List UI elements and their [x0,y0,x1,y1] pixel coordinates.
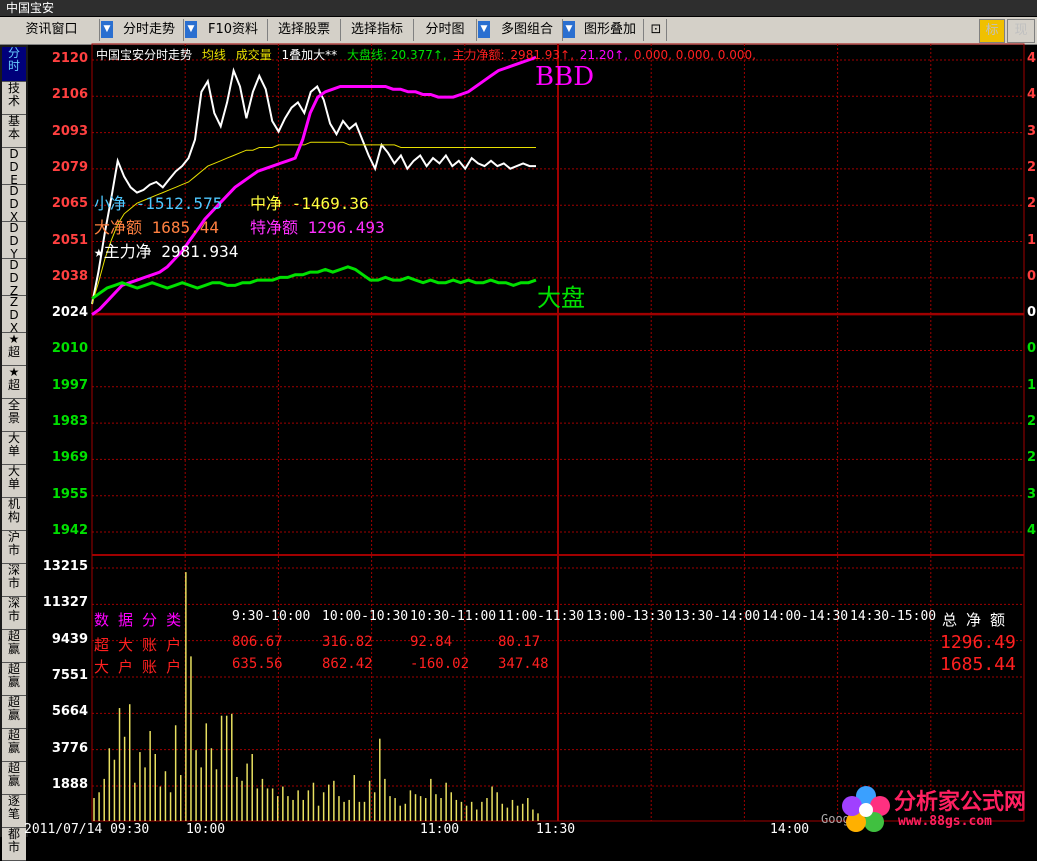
logo-url: www.88gs.com [898,814,992,829]
price-tick: 1997 [51,377,88,393]
price-tick: 1942 [51,523,88,538]
volume-tick: 9439 [51,631,88,647]
table-total-label: 总 净 额 [942,611,1006,629]
price-tick: 2065 [51,196,88,212]
flower-logo-icon [842,786,890,832]
table-cell: 80.17 [498,634,541,650]
right-axis-tick: 3 [1027,123,1037,139]
right-axis-tick: 4 [1027,51,1037,66]
table-cell: 347.48 [498,656,549,672]
legend-v2: 21.20↑, [579,48,628,62]
table-period-header: 14:00-14:30 [762,609,849,624]
table-header-label: 数 据 分 类 [94,611,182,629]
table-row-label: 超 大 账 户 [94,636,182,654]
big-net-label: 大净额 1685.44 [94,218,220,237]
price-tick: 2079 [51,159,88,175]
price-tick: 1983 [51,414,88,430]
table-period-header: 11:00-11:30 [498,609,585,624]
table-cell: 316.82 [322,634,373,650]
legend-overlay: 1叠加大** [281,48,338,62]
right-axis-tick: 2 [1027,159,1037,175]
mid-net-label: 中净 -1469.36 [250,194,369,213]
legend-zeros: 0.000, 0.000, 0.000, [633,48,756,62]
right-axis-tick: 2 [1027,414,1037,430]
price-tick: 2051 [51,232,88,248]
table-period-header: 14:30-15:00 [850,609,937,624]
table-cell: 862.42 [322,656,373,672]
small-net-label: 小净 -1512.575 [94,194,223,213]
price-tick: 1969 [51,450,88,466]
volume-tick: 1888 [51,777,88,792]
price-tick: 1955 [51,486,88,502]
legend-main-net-value: 2981.93↑, [510,48,574,62]
legend-title: 中国宝安分时走势 [96,48,193,62]
table-row-total: 1296.49 [940,632,1016,653]
table-row-total: 1685.44 [940,654,1016,675]
table-cell: 635.56 [232,656,283,672]
special-net-label: 特净额 1296.493 [250,218,385,237]
x-axis-label: 2011/07/14 09:30 [24,822,150,837]
x-axis-label: 10:00 [186,822,226,837]
price-tick: 2093 [51,123,88,139]
table-cell: 92.84 [410,634,453,650]
price-tick: 2106 [51,87,88,103]
legend-main-net-label: 主力净额: [452,48,505,62]
logo-text: 分析家公式网 [894,790,1027,815]
price-tick: 2024 [51,305,88,321]
x-axis-label: 14:00 [770,822,810,837]
volume-tick: 13215 [42,559,88,574]
price-tick: 2010 [51,341,88,357]
table-period-header: 10:30-11:00 [410,609,497,624]
legend-vol: 成交量 [235,48,272,62]
x-axis-label: 11:00 [420,822,460,837]
table-period-header: 10:00-10:30 [322,609,409,624]
volume-tick: 7551 [51,668,88,683]
volume-tick: 5664 [51,704,88,720]
right-axis-tick: 3 [1027,486,1037,502]
right-axis-tick: 0 [1027,268,1037,284]
table-period-header: 13:00-13:30 [586,609,673,624]
right-axis-tick: 0 [1027,305,1037,321]
table-row-label: 大 户 账 户 [94,658,182,676]
right-axis-tick: 2 [1027,196,1037,212]
right-axis-tick: 0 [1027,341,1037,357]
right-axis-tick: 1 [1027,232,1037,248]
table-cell: 806.67 [232,634,283,650]
price-tick: 2038 [51,268,88,284]
right-axis-tick: 4 [1027,87,1037,103]
right-axis-tick: 2 [1027,450,1037,466]
table-period-header: 9:30-10:00 [232,609,311,624]
main-force-label: ★主力净 2981.934 [94,242,239,261]
volume-tick: 3776 [51,740,88,756]
volume-tick: 11327 [42,595,88,611]
right-axis-tick: 1 [1027,377,1037,393]
right-axis-tick: 4 [1027,523,1037,538]
table-period-header: 13:30-14:00 [674,609,761,624]
table-cell: -160.02 [410,656,470,672]
chart-canvas [91,43,1025,822]
legend-index-line: 大盘线: 20.377↑, [347,48,447,62]
legend-avg: 均线 [201,48,226,62]
site-logo: 分析家公式网 www.88gs.com [836,778,1036,836]
dapan-label: 大盘 [537,284,585,312]
price-tick: 2120 [51,51,88,66]
chart-legend: 中国宝安分时走势 均线 成交量 1叠加大** 大盘线: 20.377↑, 主力净… [96,46,762,63]
bbd-label: BBD [535,62,595,92]
x-axis-label: 11:30 [536,822,576,837]
